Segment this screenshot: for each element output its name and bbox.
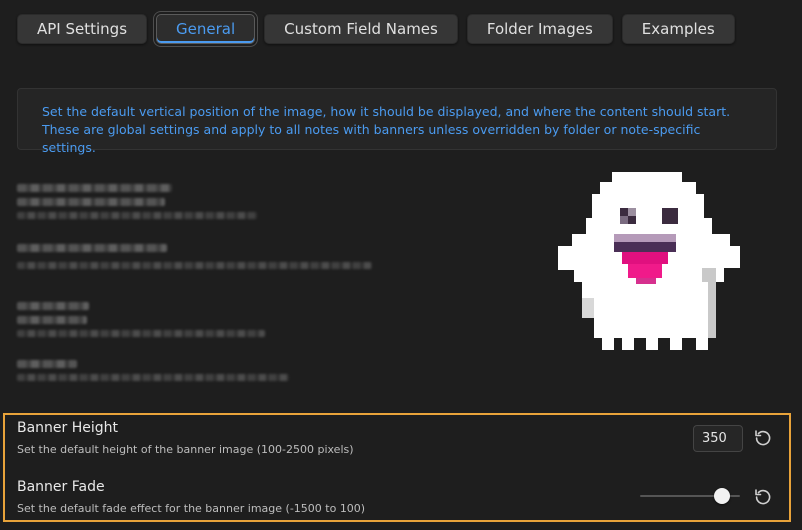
setting-banner-height: Banner Height Set the default height of …: [17, 419, 354, 458]
setting-banner-fade: Banner Fade Set the default fade effect …: [17, 478, 365, 517]
slider-thumb[interactable]: [714, 488, 730, 504]
tab-general[interactable]: General: [156, 14, 256, 44]
tab-examples[interactable]: Examples: [621, 14, 735, 44]
blurred-setting-3: [17, 302, 265, 343]
blurred-setting-2: [17, 244, 372, 275]
banner-height-label: Banner Height: [17, 420, 119, 436]
tab-custom-field-names[interactable]: Custom Field Names: [264, 14, 458, 44]
ghost-icon: [558, 172, 740, 350]
reset-icon[interactable]: [753, 428, 773, 448]
tab-folder-images[interactable]: Folder Images: [466, 14, 613, 44]
settings-tab-bar: API Settings General Custom Field Names …: [17, 14, 735, 44]
info-description: Set the default vertical position of the…: [17, 88, 777, 155]
tab-api-settings[interactable]: API Settings: [17, 14, 148, 44]
blurred-setting-1: [17, 184, 257, 225]
blurred-setting-4: [17, 360, 289, 387]
banner-height-input[interactable]: [693, 425, 743, 452]
banner-fade-description: Set the default fade effect for the bann…: [17, 502, 366, 515]
banner-height-description: Set the default height of the banner ima…: [17, 443, 354, 456]
reset-icon[interactable]: [753, 487, 773, 507]
banner-fade-slider[interactable]: [640, 488, 740, 504]
banner-fade-label: Banner Fade: [17, 479, 105, 495]
